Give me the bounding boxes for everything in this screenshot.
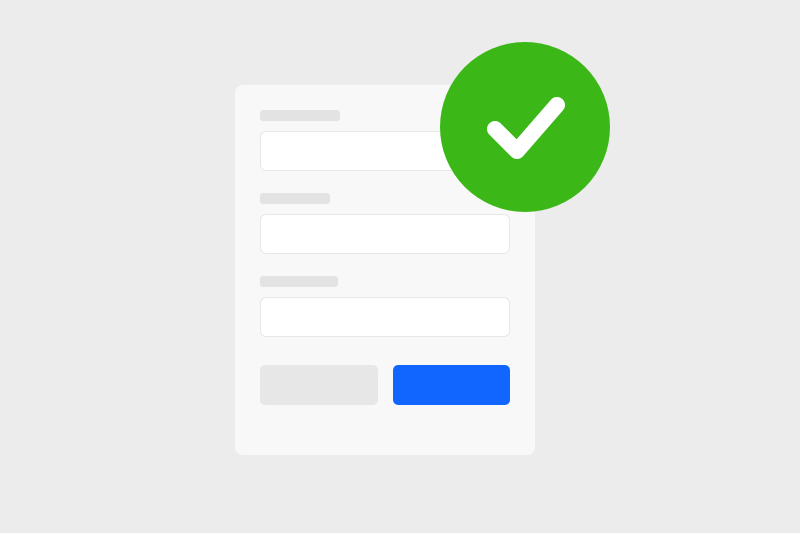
field-label-2	[260, 193, 330, 204]
field-label-1	[260, 110, 340, 121]
field-group-3	[260, 276, 510, 337]
field-group-2	[260, 193, 510, 254]
checkmark-icon	[475, 75, 575, 180]
submit-button[interactable]	[393, 365, 511, 405]
success-badge	[440, 42, 610, 212]
text-input-2[interactable]	[260, 214, 510, 254]
text-input-3[interactable]	[260, 297, 510, 337]
field-label-3	[260, 276, 338, 287]
stage	[0, 0, 800, 533]
cancel-button[interactable]	[260, 365, 378, 405]
button-row	[260, 365, 510, 405]
